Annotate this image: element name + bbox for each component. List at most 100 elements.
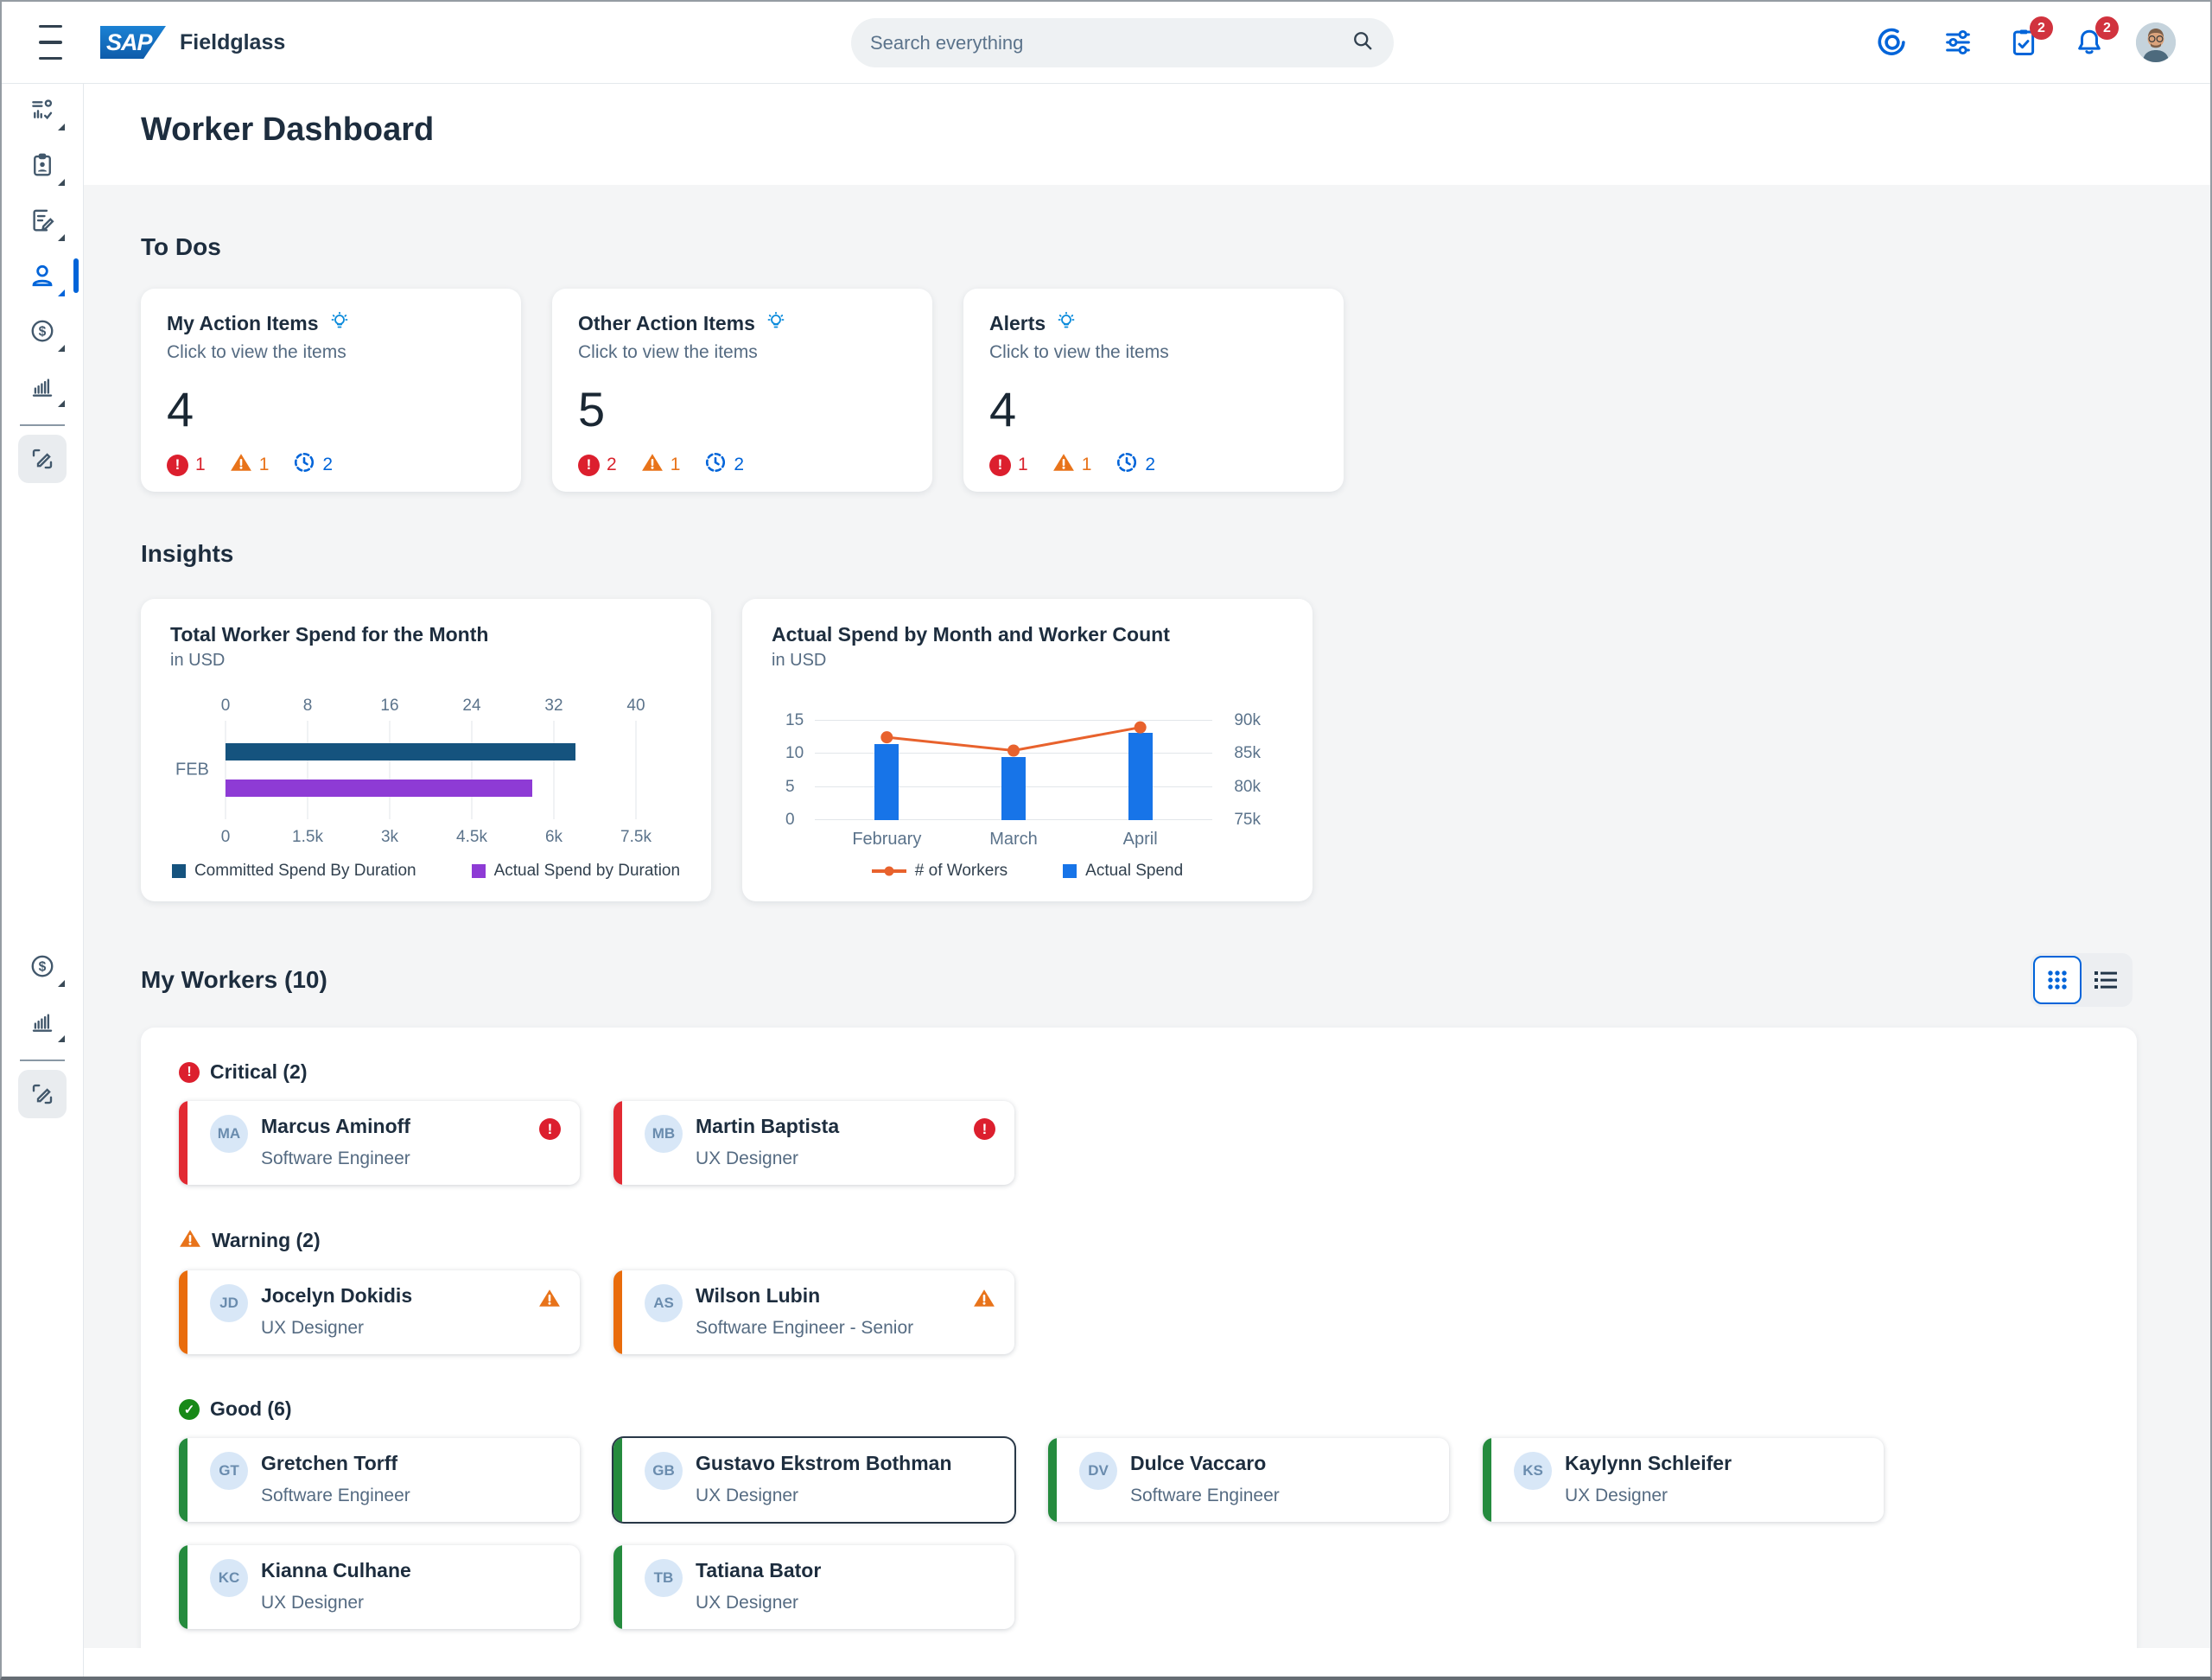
warning-badge-icon — [973, 1288, 995, 1313]
worker-card[interactable]: KC Kianna CulhaneUX Designer — [179, 1545, 580, 1629]
dashboard-content: To Dos My Action Items Click to view the… — [84, 185, 2210, 1648]
status-stripe — [613, 1438, 622, 1522]
status-stripe — [1483, 1438, 1491, 1522]
my-workers-section: My Workers (10) ! — [141, 953, 2133, 1648]
top-axis-tick: 24 — [462, 697, 480, 716]
critical-count: 2 — [607, 455, 617, 475]
critical-count: 1 — [1018, 455, 1028, 475]
global-search[interactable] — [851, 18, 1394, 67]
worker-name: Marcus Aminoff — [261, 1115, 410, 1137]
chart-subtitle: in USD — [772, 651, 1283, 671]
sidebar-item-spend[interactable]: $ — [18, 307, 67, 355]
avatar: TB — [645, 1559, 683, 1597]
worker-card[interactable]: GT Gretchen TorffSoftware Engineer — [179, 1438, 580, 1522]
hamburger-menu-icon[interactable] — [26, 18, 74, 67]
worker-card[interactable]: MB Martin BaptistaUX Designer ! — [613, 1101, 1014, 1185]
gridline — [472, 721, 473, 819]
card-subtitle: Click to view the items — [989, 342, 1318, 363]
critical-count: 1 — [195, 455, 206, 475]
worker-role: Software Engineer - Senior — [696, 1318, 913, 1339]
bottom-axis-tick: 3k — [381, 828, 398, 847]
my-action-items-card[interactable]: My Action Items Click to view the items … — [141, 289, 521, 492]
sidebar-item-customize-2[interactable] — [18, 1070, 67, 1118]
category-label: March — [989, 830, 1038, 850]
alerts-card[interactable]: Alerts Click to view the items 4 !1 1 2 — [963, 289, 1344, 492]
sidebar-item-spend-2[interactable]: $ — [18, 942, 67, 990]
notifications-bell-icon[interactable]: 2 — [2070, 23, 2108, 61]
pending-clock-icon — [704, 451, 727, 479]
sidebar-item-customize[interactable] — [18, 435, 67, 483]
todo-count: 4 — [989, 385, 1318, 434]
chart-legend: Committed Spend By Duration Actual Spend … — [141, 862, 711, 881]
sidebar-divider-2 — [20, 1060, 65, 1061]
sidebar-item-analytics-2[interactable] — [18, 997, 67, 1046]
todos-section: To Dos My Action Items Click to view the… — [141, 233, 2133, 492]
worker-role: UX Designer — [696, 1149, 839, 1169]
sidebar-item-contracts[interactable] — [18, 196, 67, 245]
worker-card[interactable]: DV Dulce VaccaroSoftware Engineer — [1048, 1438, 1449, 1522]
other-action-items-card[interactable]: Other Action Items Click to view the ite… — [552, 289, 932, 492]
worker-card[interactable]: AS Wilson LubinSoftware Engineer - Senio… — [613, 1270, 1014, 1354]
worker-name: Martin Baptista — [696, 1115, 839, 1137]
worker-role: Software Engineer — [261, 1149, 410, 1169]
worker-card[interactable]: JD Jocelyn DokidisUX Designer — [179, 1270, 580, 1354]
preferences-sliders-icon[interactable] — [1939, 23, 1977, 61]
pending-count: 2 — [322, 455, 333, 475]
legend-label: Committed Spend By Duration — [194, 862, 416, 881]
svg-text:$: $ — [39, 960, 47, 975]
top-bar: SAP Fieldglass — [2, 2, 2210, 84]
top-axis-tick: 40 — [626, 697, 645, 716]
legend-item: # of Workers — [872, 862, 1007, 881]
legend-item: Actual Spend — [1063, 862, 1183, 881]
worker-role: UX Designer — [696, 1486, 952, 1506]
actual-spend-worker-count-chart[interactable]: Actual Spend by Month and Worker Count i… — [742, 599, 1313, 901]
worker-name: Gustavo Ekstrom Bothman — [696, 1452, 952, 1474]
pending-count: 2 — [1145, 455, 1155, 475]
insights-heading: Insights — [141, 540, 2133, 568]
search-input[interactable] — [870, 32, 1351, 54]
sidebar-item-analytics[interactable] — [18, 362, 67, 410]
good-group-header: ✓ Good (6) — [179, 1397, 2099, 1421]
lightbulb-icon — [329, 311, 350, 336]
search-icon[interactable] — [1351, 29, 1375, 57]
worker-card[interactable]: TB Tatiana BatorUX Designer — [613, 1545, 1014, 1629]
worker-name: Kianna Culhane — [261, 1559, 411, 1581]
right-axis-tick: 75k — [1234, 811, 1261, 830]
notifications-badge: 2 — [2095, 16, 2119, 40]
worker-role: Software Engineer — [1130, 1486, 1280, 1506]
sidebar-item-dashboard[interactable] — [18, 86, 67, 134]
chart-legend: # of Workers Actual Spend — [742, 862, 1313, 881]
card-title: Alerts — [989, 312, 1046, 335]
avatar: KS — [1514, 1452, 1552, 1490]
card-title: My Action Items — [167, 312, 319, 335]
critical-badge-icon: ! — [974, 1118, 995, 1140]
chart-subtitle: in USD — [170, 651, 682, 671]
sidebar-item-workers[interactable] — [18, 251, 67, 300]
warning-count: 1 — [1082, 455, 1092, 475]
critical-icon: ! — [578, 455, 600, 476]
worker-card[interactable]: MA Marcus AminoffSoftware Engineer ! — [179, 1101, 580, 1185]
card-title: Other Action Items — [578, 312, 755, 335]
list-view-button[interactable] — [2082, 956, 2130, 1004]
copilot-icon[interactable] — [1873, 23, 1911, 61]
user-avatar[interactable] — [2136, 22, 2176, 62]
worker-card-focused[interactable]: GB Gustavo Ekstrom BothmanUX Designer — [613, 1438, 1014, 1522]
total-worker-spend-chart[interactable]: Total Worker Spend for the Month in USD … — [141, 599, 711, 901]
warning-status-icon — [179, 1228, 201, 1253]
workers-panel: ! Critical (2) MA Marcus AminoffSoftware… — [141, 1028, 2137, 1648]
pending-clock-icon — [293, 451, 315, 479]
pending-clock-icon — [1116, 451, 1138, 479]
sidebar-item-job-postings[interactable] — [18, 141, 67, 189]
worker-name: Gretchen Torff — [261, 1452, 397, 1474]
warning-icon — [1052, 452, 1075, 478]
combo-chart-plot: 075k580k1085k1590kFebruaryMarchApril — [823, 721, 1204, 820]
legend-label: Actual Spend by Duration — [494, 862, 680, 881]
bottom-axis-tick: 7.5k — [620, 828, 652, 847]
status-stripe — [1048, 1438, 1057, 1522]
tasks-icon[interactable]: 2 — [2005, 23, 2043, 61]
top-axis-tick: 32 — [544, 697, 563, 716]
category-label: FEB — [175, 760, 209, 780]
worker-card[interactable]: KS Kaylynn SchleiferUX Designer — [1483, 1438, 1884, 1522]
grid-view-button[interactable] — [2033, 956, 2082, 1004]
bottom-axis-tick: 6k — [545, 828, 563, 847]
